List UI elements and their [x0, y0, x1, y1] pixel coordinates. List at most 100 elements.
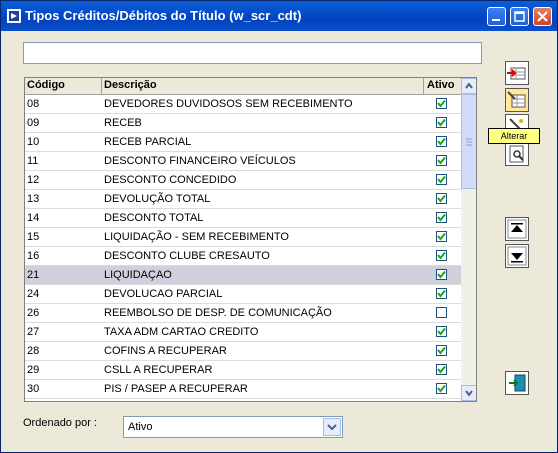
active-checkbox[interactable]	[436, 345, 447, 356]
active-checkbox[interactable]	[436, 364, 447, 375]
active-checkbox[interactable]	[436, 250, 447, 261]
checkmark-icon	[437, 270, 446, 279]
grid-header: Código Descrição Ativo	[25, 78, 461, 95]
cell-code: 08	[27, 98, 40, 110]
order-select[interactable]: Ativo	[123, 416, 343, 438]
exit-button[interactable]	[505, 371, 529, 395]
scroll-down-button[interactable]	[461, 385, 476, 401]
cell-code: 11	[27, 155, 39, 167]
active-checkbox[interactable]	[436, 269, 447, 280]
search-input[interactable]	[23, 42, 482, 64]
table-row[interactable]: 13 DEVOLUÇÃO TOTAL	[25, 190, 461, 209]
scroll-thumb[interactable]	[461, 94, 476, 189]
checkmark-icon	[437, 99, 446, 108]
cell-description: RECEB	[104, 117, 142, 129]
edit-grid-icon	[507, 91, 526, 108]
insert-row-icon	[507, 67, 526, 80]
column-header-code[interactable]: Código	[27, 79, 65, 91]
cell-description: RECEB PARCIAL	[104, 136, 192, 148]
checkmark-icon	[437, 156, 446, 165]
table-row[interactable]: 16 DESCONTO CLUBE CRESAUTO	[25, 247, 461, 266]
checkmark-icon	[437, 289, 446, 298]
cell-code: 10	[27, 136, 40, 148]
checkmark-icon	[437, 346, 446, 355]
table-row[interactable]: 10 RECEB PARCIAL	[25, 133, 461, 152]
search-button[interactable]	[505, 142, 529, 166]
move-down-button[interactable]	[505, 244, 529, 268]
cell-description: DEVEDORES DUVIDOSOS SEM RECEBIMENTO	[104, 98, 353, 110]
move-down-icon	[507, 246, 527, 266]
table-row[interactable]: 11 DESCONTO FINANCEIRO VEÍCULOS	[25, 152, 461, 171]
cell-code: 13	[27, 193, 40, 205]
close-button[interactable]	[533, 7, 552, 26]
table-row[interactable]: 28 COFINS A RECUPERAR	[25, 342, 461, 361]
active-checkbox[interactable]	[436, 212, 447, 223]
column-divider	[101, 78, 102, 94]
chevron-down-icon	[327, 424, 337, 431]
table-row[interactable]: 08 DEVEDORES DUVIDOSOS SEM RECEBIMENTO	[25, 95, 461, 114]
order-select-value: Ativo	[128, 421, 153, 433]
table-row[interactable]: 14 DESCONTO TOTAL	[25, 209, 461, 228]
cell-description: CSLL A RECUPERAR	[104, 364, 213, 376]
active-checkbox[interactable]	[436, 288, 447, 299]
minimize-icon	[492, 19, 500, 21]
edit-button[interactable]	[505, 88, 529, 112]
active-checkbox[interactable]	[436, 326, 447, 337]
table-row[interactable]: 15 LIQUIDAÇÃO - SEM RECEBIMENTO	[25, 228, 461, 247]
scroll-up-button[interactable]	[461, 78, 476, 94]
cell-description: DESCONTO CONCEDIDO	[104, 174, 237, 186]
active-checkbox[interactable]	[436, 136, 447, 147]
table-row[interactable]: 27 TAXA ADM CARTAO CREDITO	[25, 323, 461, 342]
search-preview-icon	[509, 145, 524, 163]
table-row[interactable]: 29 CSLL A RECUPERAR	[25, 361, 461, 380]
window-title: Tipos Créditos/Débitos do Título (w_scr_…	[25, 8, 302, 23]
checkmark-icon	[437, 232, 446, 241]
maximize-icon	[514, 11, 525, 22]
checkmark-icon	[437, 213, 446, 222]
vertical-scrollbar[interactable]	[461, 78, 476, 401]
table-row[interactable]: 09 RECEB	[25, 114, 461, 133]
exit-door-icon	[509, 374, 526, 392]
cell-code: 12	[27, 174, 40, 186]
table-row[interactable]: 21 LIQUIDAÇAO	[25, 266, 461, 285]
active-checkbox[interactable]	[436, 174, 447, 185]
cell-code: 21	[27, 269, 40, 281]
active-checkbox[interactable]	[436, 193, 447, 204]
checkmark-icon	[437, 384, 446, 393]
cell-description: DESCONTO TOTAL	[104, 212, 204, 224]
table-row[interactable]: 12 DESCONTO CONCEDIDO	[25, 171, 461, 190]
active-checkbox[interactable]	[436, 231, 447, 242]
tooltip: Alterar	[488, 128, 540, 144]
cell-description: TAXA ADM CARTAO CREDITO	[104, 326, 259, 338]
active-checkbox[interactable]	[436, 307, 447, 318]
app-window: Tipos Créditos/Débitos do Título (w_scr_…	[0, 0, 558, 453]
cell-description: PIS / PASEP A RECUPERAR	[104, 383, 248, 395]
active-checkbox[interactable]	[436, 383, 447, 394]
column-header-active[interactable]: Ativo	[427, 79, 455, 91]
cell-code: 16	[27, 250, 40, 262]
table-row[interactable]: 26 REEMBOLSO DE DESP. DE COMUNICAÇÃO	[25, 304, 461, 323]
cell-description: REEMBOLSO DE DESP. DE COMUNICAÇÃO	[104, 307, 332, 319]
close-icon	[537, 11, 548, 22]
active-checkbox[interactable]	[436, 155, 447, 166]
dropdown-button[interactable]	[323, 418, 341, 436]
minimize-button[interactable]	[487, 7, 506, 26]
cell-code: 24	[27, 288, 40, 300]
maximize-button[interactable]	[510, 7, 529, 26]
cell-description: DESCONTO CLUBE CRESAUTO	[104, 250, 270, 262]
cell-description: DEVOLUÇÃO TOTAL	[104, 193, 211, 205]
move-up-button[interactable]	[505, 217, 529, 241]
active-checkbox[interactable]	[436, 98, 447, 109]
records-grid: Código Descrição Ativo 08 DEVEDORES DUVID…	[24, 77, 477, 402]
insert-button[interactable]	[505, 61, 529, 85]
cell-code: 30	[27, 383, 40, 395]
cell-code: 28	[27, 345, 40, 357]
checkmark-icon	[437, 327, 446, 336]
table-row[interactable]: 24 DEVOLUCAO PARCIAL	[25, 285, 461, 304]
active-checkbox[interactable]	[436, 117, 447, 128]
column-header-description[interactable]: Descrição	[104, 79, 157, 91]
cell-code: 27	[27, 326, 40, 338]
title-bar: Tipos Créditos/Débitos do Título (w_scr_…	[1, 1, 557, 31]
table-row[interactable]: 30 PIS / PASEP A RECUPERAR	[25, 380, 461, 399]
checkmark-icon	[437, 118, 446, 127]
